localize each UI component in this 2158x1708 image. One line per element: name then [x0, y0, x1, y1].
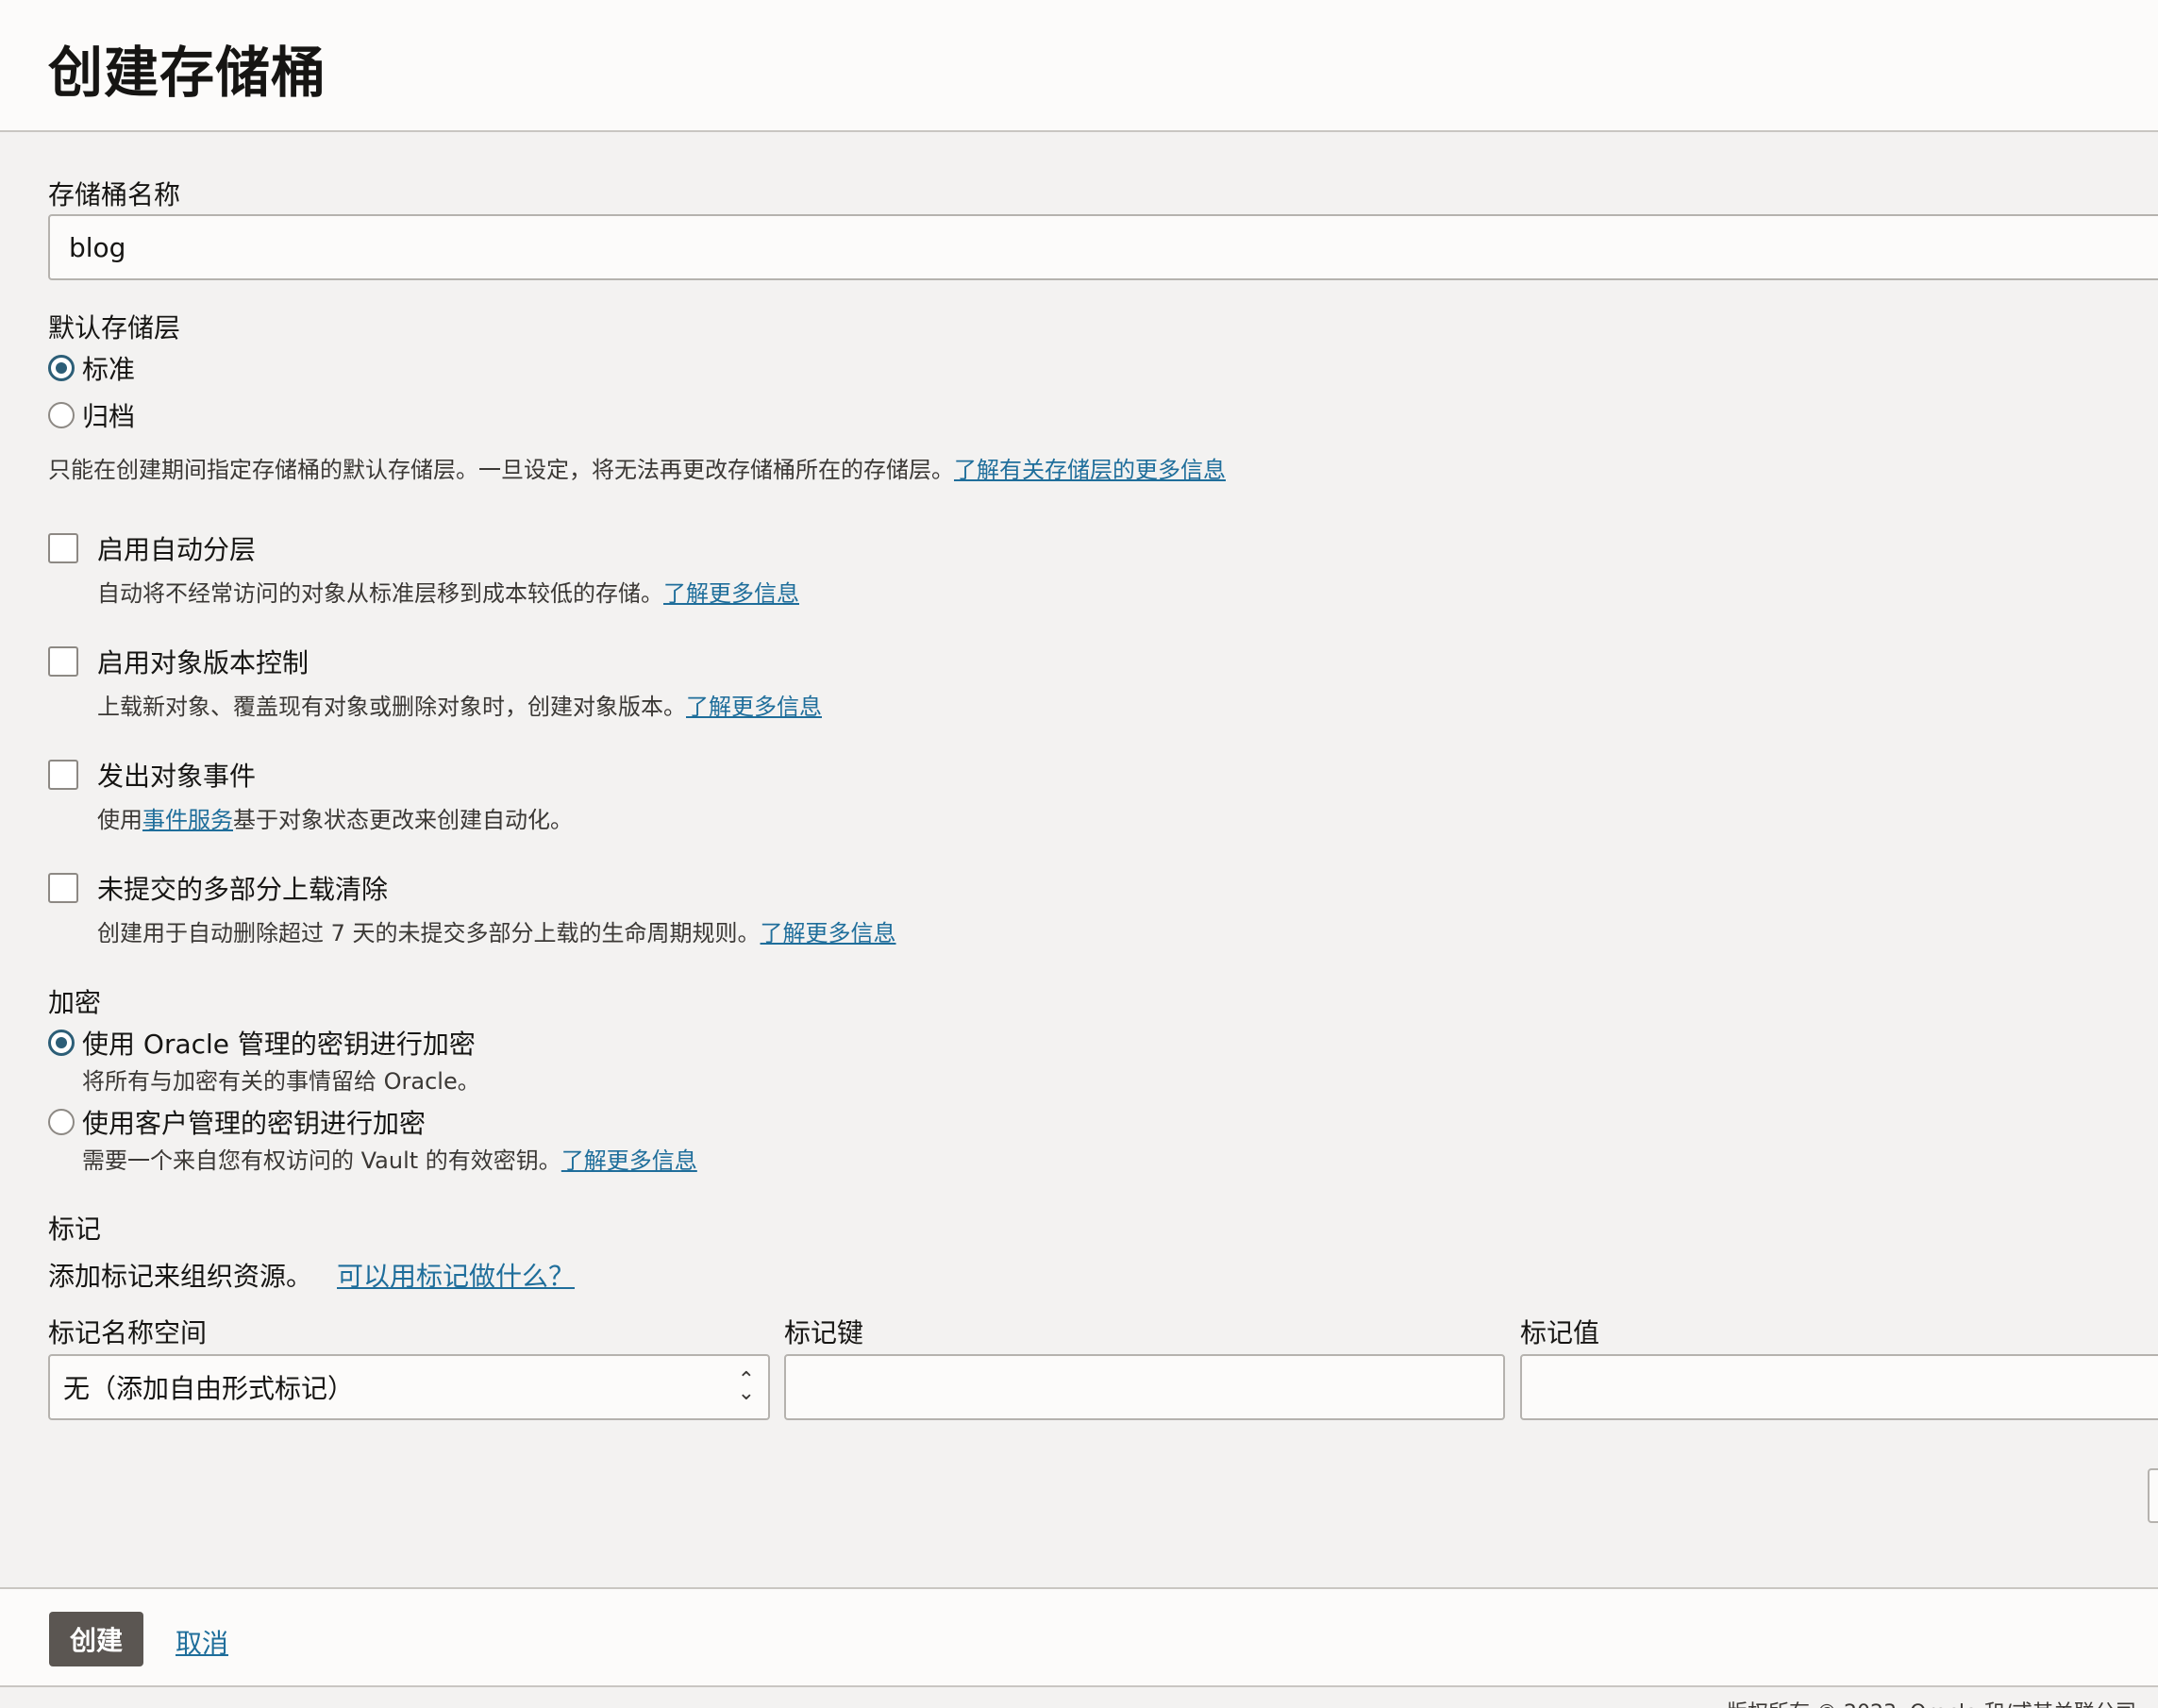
checkbox-multipart-cleanup[interactable]: [48, 873, 78, 903]
checkbox-auto-tiering[interactable]: [48, 533, 78, 563]
object-events-help-text: 使用: [97, 807, 142, 833]
tags-help: 添加标记来组织资源。 可以用标记做什么？: [48, 1256, 575, 1294]
multipart-cleanup-help: 创建用于自动删除超过 7 天的未提交多部分上载的生命周期规则。了解更多信息: [97, 914, 896, 947]
bucket-name-label: 存储桶名称: [48, 179, 181, 210]
radio-archive[interactable]: 归档: [48, 396, 135, 434]
storage-tier-help-text: 只能在创建期间指定存储桶的默认存储层。一旦设定，将无法再更改存储桶所在的存储层。: [48, 457, 954, 483]
storage-tier-link[interactable]: 了解有关存储层的更多信息: [954, 457, 1226, 483]
create-button[interactable]: 创建: [49, 1612, 143, 1666]
object-events-label: 发出对象事件: [97, 761, 257, 792]
checkbox-versioning[interactable]: [48, 646, 78, 677]
object-events-help-after: 基于对象状态更改来创建自动化。: [233, 807, 573, 833]
radio-customer-managed[interactable]: 使用客户管理的密钥进行加密: [48, 1103, 426, 1141]
versioning-help: 上载新对象、覆盖现有对象或删除对象时，创建对象版本。了解更多信息: [97, 688, 822, 721]
tags-label: 标记: [48, 1214, 102, 1245]
multipart-cleanup-label: 未提交的多部分上载清除: [97, 874, 389, 905]
multipart-cleanup-link[interactable]: 了解更多信息: [761, 920, 896, 946]
tags-help-text: 添加标记来组织资源。: [48, 1261, 313, 1292]
auto-tiering-help-text: 自动将不经常访问的对象从标准层移到成本较低的存储。: [97, 580, 663, 607]
chevron-up-down-icon: ⌃ ⌄: [737, 1368, 755, 1405]
radio-archive-label: 归档: [82, 401, 136, 432]
radio-standard-label: 标准: [82, 354, 136, 385]
oracle-managed-label: 使用 Oracle 管理的密钥进行加密: [82, 1029, 476, 1060]
form-body: 存储桶名称 默认存储层 标准 归档 只能在创建期间指定存储桶的默认存储层。一旦设…: [0, 133, 2158, 1587]
oracle-managed-help: 将所有与加密有关的事情留给 Oracle。: [82, 1063, 480, 1096]
option-auto-tiering[interactable]: 启用自动分层: [48, 529, 256, 567]
copyright-text: 版权所有 © 2023, Oracle 和/或其关联公司: [1727, 1696, 2136, 1708]
oracle-managed-help-text: 将所有与加密有关的事情留给 Oracle。: [82, 1068, 480, 1095]
tag-namespace-label: 标记名称空间: [48, 1317, 208, 1348]
tag-namespace-value: 无（添加自由形式标记）: [63, 1373, 355, 1404]
tags-help-link[interactable]: 可以用标记做什么？: [337, 1261, 575, 1292]
tag-value-label: 标记值: [1520, 1317, 1600, 1348]
option-versioning[interactable]: 启用对象版本控制: [48, 643, 309, 680]
page-header: 创建存储桶: [0, 0, 2158, 132]
option-object-events[interactable]: 发出对象事件: [48, 756, 256, 794]
encryption-label: 加密: [48, 987, 102, 1018]
page-title: 创建存储桶: [48, 41, 327, 105]
versioning-label: 启用对象版本控制: [97, 647, 309, 678]
option-multipart-cleanup[interactable]: 未提交的多部分上载清除: [48, 869, 388, 907]
object-events-help: 使用事件服务基于对象状态更改来创建自动化。: [97, 801, 573, 834]
auto-tiering-help: 自动将不经常访问的对象从标准层移到成本较低的存储。了解更多信息: [97, 575, 799, 608]
tag-key-input[interactable]: [784, 1354, 1505, 1420]
storage-tier-label: 默认存储层: [48, 312, 181, 343]
auto-tiering-link[interactable]: 了解更多信息: [663, 580, 799, 607]
form-footer: 创建 取消: [0, 1587, 2158, 1687]
cancel-link[interactable]: 取消: [176, 1623, 228, 1661]
radio-customer-managed-indicator[interactable]: [48, 1109, 75, 1135]
checkbox-object-events[interactable]: [48, 760, 78, 790]
versioning-link[interactable]: 了解更多信息: [686, 694, 822, 720]
tag-namespace-select[interactable]: 无（添加自由形式标记） ⌃ ⌄: [48, 1354, 770, 1420]
radio-standard[interactable]: 标准: [48, 349, 135, 387]
customer-managed-label: 使用客户管理的密钥进行加密: [82, 1108, 427, 1139]
auto-tiering-label: 启用自动分层: [97, 534, 257, 565]
radio-oracle-managed[interactable]: 使用 Oracle 管理的密钥进行加密: [48, 1024, 476, 1062]
customer-managed-help: 需要一个来自您有权访问的 Vault 的有效密钥。了解更多信息: [82, 1142, 697, 1175]
events-service-link[interactable]: 事件服务: [142, 807, 233, 833]
customer-managed-link[interactable]: 了解更多信息: [561, 1147, 697, 1174]
versioning-help-text: 上载新对象、覆盖现有对象或删除对象时，创建对象版本。: [97, 694, 686, 720]
add-tag-button-edge[interactable]: [2148, 1468, 2158, 1523]
bucket-name-input[interactable]: [48, 214, 2158, 280]
customer-managed-help-text: 需要一个来自您有权访问的 Vault 的有效密钥。: [82, 1147, 561, 1174]
storage-tier-help: 只能在创建期间指定存储桶的默认存储层。一旦设定，将无法再更改存储桶所在的存储层。…: [48, 451, 1226, 484]
radio-archive-indicator[interactable]: [48, 402, 75, 428]
tag-key-label: 标记键: [784, 1317, 864, 1348]
radio-oracle-managed-indicator[interactable]: [48, 1030, 75, 1056]
tag-value-input[interactable]: [1520, 1354, 2158, 1420]
multipart-cleanup-help-text: 创建用于自动删除超过 7 天的未提交多部分上载的生命周期规则。: [97, 920, 761, 946]
radio-standard-indicator[interactable]: [48, 355, 75, 381]
